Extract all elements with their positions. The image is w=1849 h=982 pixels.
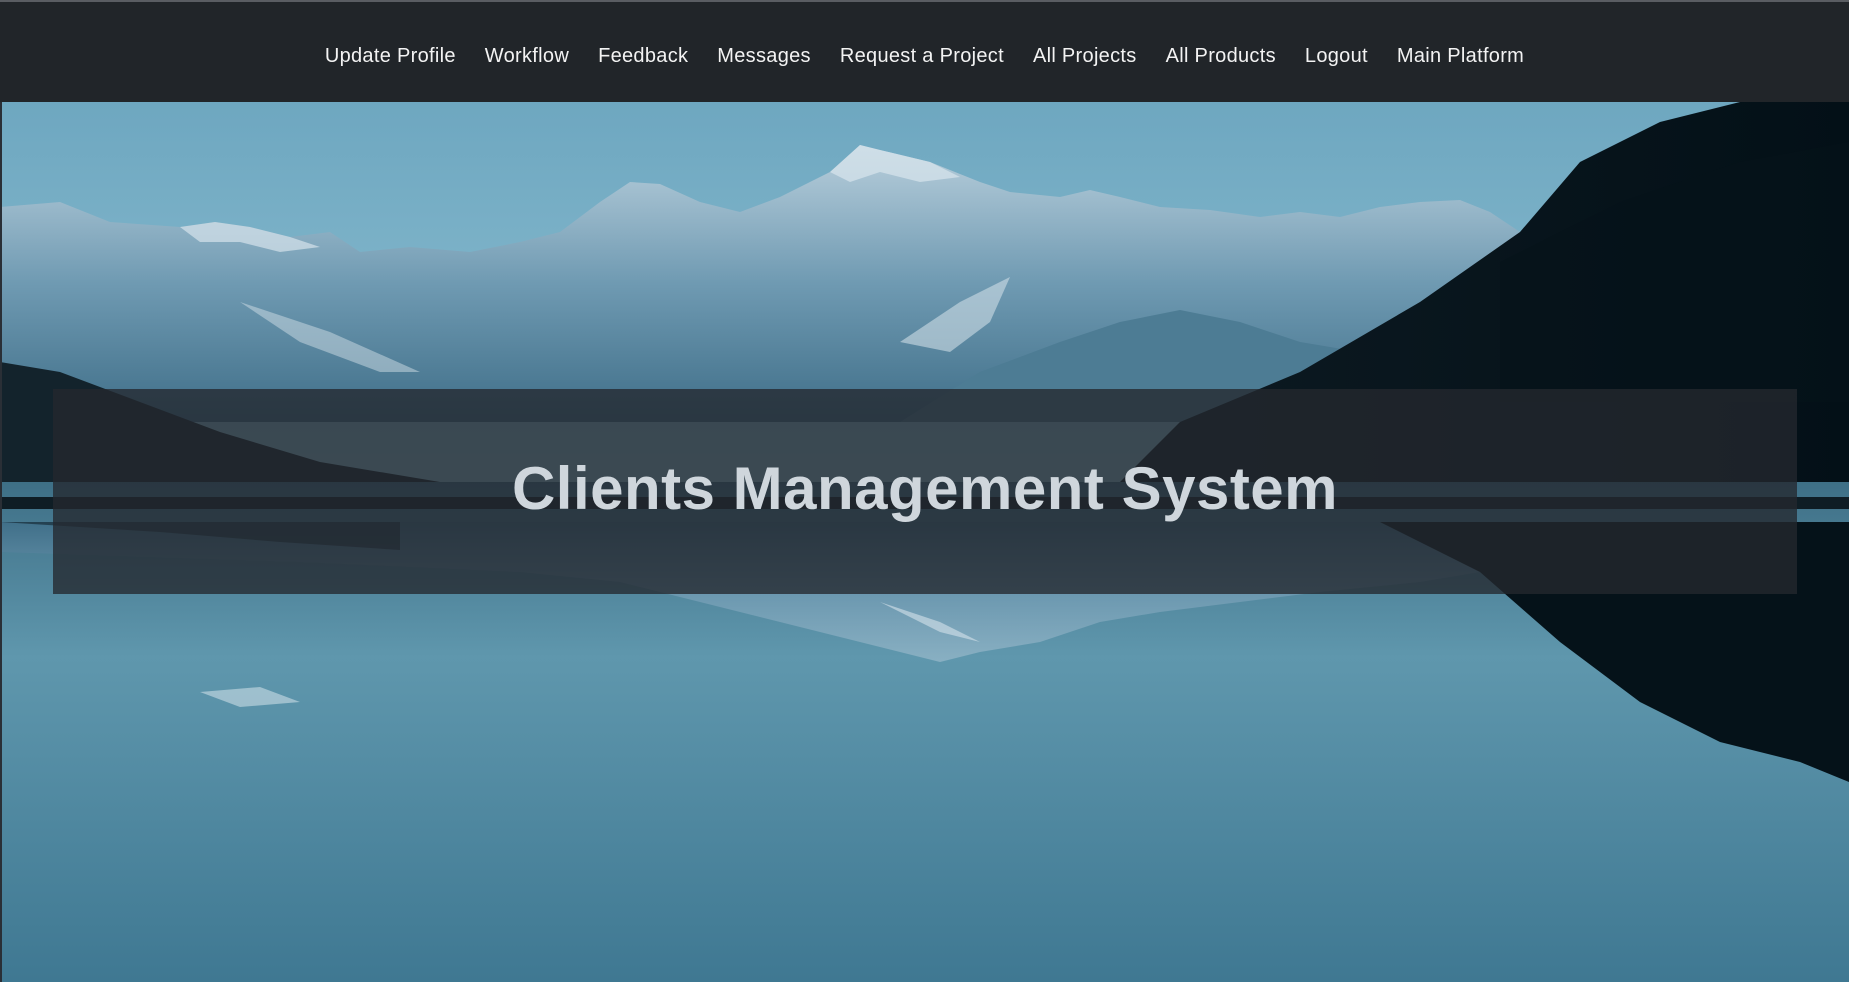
nav-link-logout[interactable]: Logout bbox=[1290, 45, 1382, 68]
hero-title: Clients Management System bbox=[511, 455, 1339, 522]
nav-link-main-platform[interactable]: Main Platform bbox=[1382, 45, 1538, 68]
hero-title-panel: Clients Management System bbox=[53, 389, 1797, 594]
nav-menu: Update Profile Workflow Feedback Message… bbox=[310, 45, 1538, 68]
nav-link-request-project[interactable]: Request a Project bbox=[825, 45, 1018, 68]
nav-link-update-profile[interactable]: Update Profile bbox=[310, 45, 470, 68]
nav-link-all-projects[interactable]: All Projects bbox=[1018, 45, 1151, 68]
nav-link-feedback[interactable]: Feedback bbox=[584, 45, 703, 68]
nav-link-workflow[interactable]: Workflow bbox=[470, 45, 583, 68]
nav-link-all-products[interactable]: All Products bbox=[1151, 45, 1290, 68]
top-navbar: Update Profile Workflow Feedback Message… bbox=[0, 0, 1849, 102]
nav-link-messages[interactable]: Messages bbox=[703, 45, 826, 68]
left-border bbox=[0, 102, 2, 982]
hero-banner: Clients Management System bbox=[0, 102, 1849, 982]
